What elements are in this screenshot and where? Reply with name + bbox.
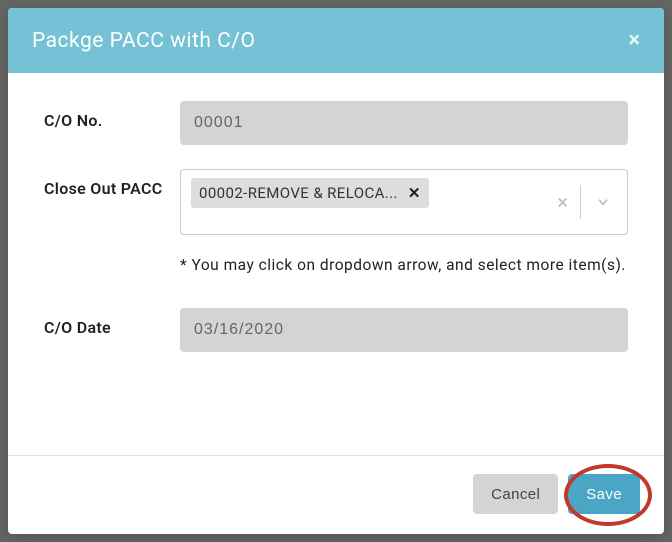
save-button[interactable]: Save: [568, 474, 640, 514]
chip-remove-icon[interactable]: ✕: [408, 184, 421, 202]
modal-title: Packge PACC with C/O: [32, 29, 255, 53]
label-close-out-pacc: Close Out PACC: [44, 169, 180, 198]
row-close-out-pacc: Close Out PACC 00002-REMOVE & RELOCA... …: [44, 169, 628, 278]
clear-icon[interactable]: ×: [545, 190, 580, 214]
co-no-input[interactable]: [180, 101, 628, 145]
modal-backdrop: Packge PACC with C/O × C/O No. Close Out…: [0, 0, 672, 542]
select-controls: ×: [535, 170, 627, 234]
row-co-date: C/O Date: [44, 308, 628, 352]
close-icon[interactable]: ×: [628, 28, 640, 53]
modal-header: Packge PACC with C/O ×: [8, 8, 664, 73]
modal-body: C/O No. Close Out PACC 00002-REMOVE & RE…: [8, 73, 664, 455]
label-co-date: C/O Date: [44, 308, 180, 337]
row-co-no: C/O No.: [44, 101, 628, 145]
chip-text: 00002-REMOVE & RELOCA...: [199, 184, 398, 202]
selected-chip: 00002-REMOVE & RELOCA... ✕: [191, 178, 429, 208]
cancel-button[interactable]: Cancel: [473, 474, 558, 514]
chevron-down-icon[interactable]: [581, 194, 617, 210]
close-out-pacc-select[interactable]: 00002-REMOVE & RELOCA... ✕ ×: [180, 169, 628, 235]
modal-footer: Cancel Save: [8, 455, 664, 534]
label-co-no: C/O No.: [44, 101, 180, 130]
co-date-input[interactable]: [180, 308, 628, 352]
helper-text: * You may click on dropdown arrow, and s…: [180, 253, 628, 278]
chip-container: 00002-REMOVE & RELOCA... ✕: [181, 170, 535, 234]
package-pacc-modal: Packge PACC with C/O × C/O No. Close Out…: [8, 8, 664, 534]
